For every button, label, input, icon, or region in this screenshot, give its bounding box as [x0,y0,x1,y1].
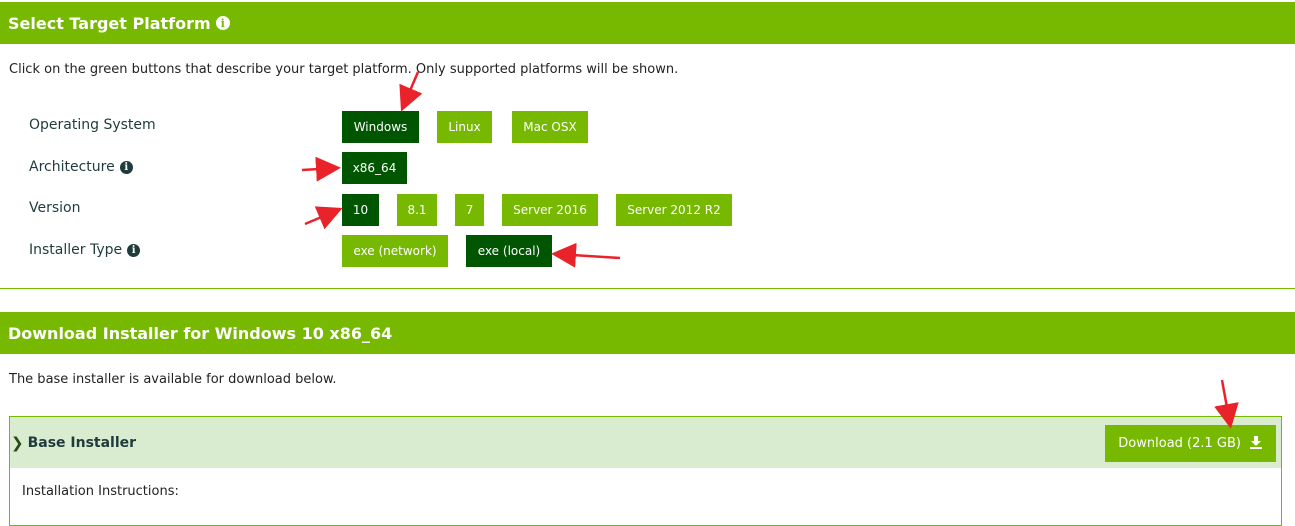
section-title: Select Target Platform [8,13,211,33]
download-button[interactable]: Download (2.1 GB) [1105,425,1276,462]
installation-instructions: Installation Instructions: [22,484,179,499]
arrow-to-x86-64 [301,156,341,182]
version-option-server-2012-r2[interactable]: Server 2012 R2 [616,194,732,226]
label-text: Operating System [29,117,156,133]
version-option-7[interactable]: 7 [455,194,484,226]
label-text: Architecture [29,159,115,175]
arrow-to-exe-local [551,242,621,268]
os-option-mac-osx[interactable]: Mac OSX [512,111,588,143]
installer-option-exe-network[interactable]: exe (network) [342,235,448,267]
download-label: Download (2.1 GB) [1118,436,1241,451]
installer-option-exe-local[interactable]: exe (local) [466,235,552,267]
base-installer-title: Base Installer [27,434,137,451]
version-option-server-2016[interactable]: Server 2016 [502,194,598,226]
label-text: Installer Type [29,242,123,258]
divider [0,288,1295,289]
info-icon[interactable]: i [119,160,133,174]
label-operating-system: Operating System [29,117,156,133]
intro-text: Click on the green buttons that describe… [9,62,679,77]
label-architecture: Architecture i [29,159,133,175]
os-option-linux[interactable]: Linux [437,111,492,143]
info-icon[interactable]: i [215,16,230,30]
base-installer-header[interactable]: ❯ Base Installer [10,417,1281,468]
arrow-to-version-10 [304,206,343,230]
section-header-download-installer: Download Installer for Windows 10 x86_64 [0,312,1295,354]
os-option-windows[interactable]: Windows [342,111,419,143]
section-title: Download Installer for Windows 10 x86_64 [8,323,393,343]
arch-option-x86-64[interactable]: x86_64 [342,152,407,184]
label-version: Version [29,200,80,216]
version-option-8-1[interactable]: 8.1 [397,194,437,226]
base-installer-panel: ❯ Base Installer Download (2.1 GB) Insta… [9,416,1282,526]
label-text: Version [29,200,81,216]
label-installer-type: Installer Type i [29,242,141,258]
download-icon [1249,435,1263,453]
chevron-right-icon[interactable]: ❯ [11,434,24,452]
version-option-10[interactable]: 10 [342,194,379,226]
base-installer-note: The base installer is available for down… [9,372,337,387]
arrow-to-windows [399,71,423,112]
info-icon[interactable]: i [127,243,141,257]
section-header-target-platform: Select Target Platform i [0,2,1295,44]
